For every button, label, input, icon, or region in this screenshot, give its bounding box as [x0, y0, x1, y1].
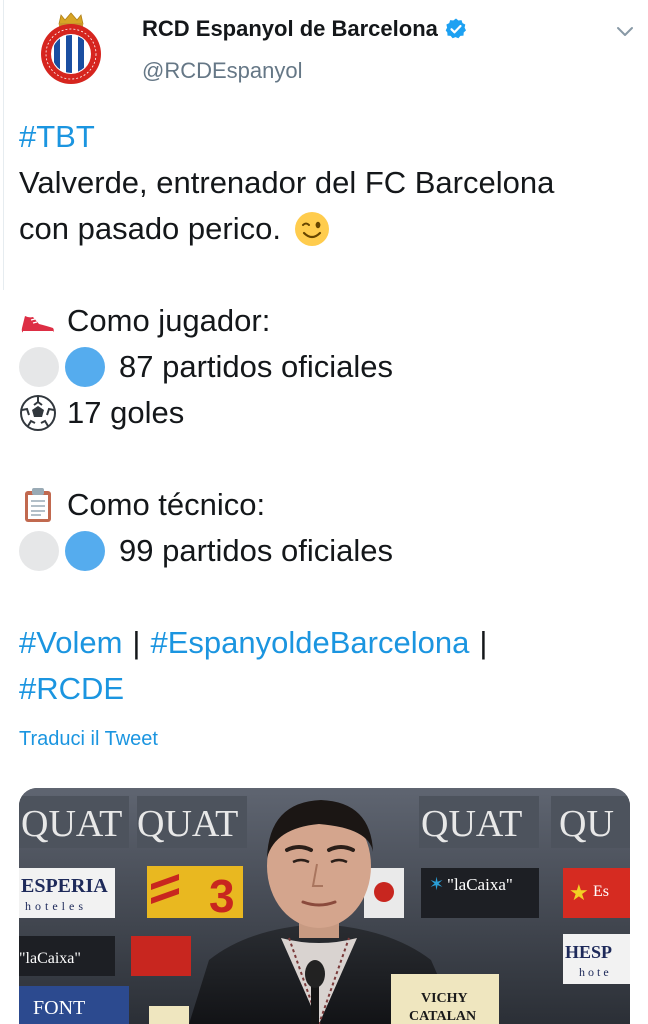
tweet-line: #Volem | #EspanyoldeBarcelona | [19, 620, 631, 666]
text-line: 87 partidos oficiales [119, 349, 393, 384]
blue-circle-icon [65, 531, 105, 571]
chevron-down-icon[interactable] [614, 20, 636, 42]
blue-circle-icon [65, 347, 105, 387]
text-line: 99 partidos oficiales [119, 533, 393, 568]
separator: | [479, 625, 488, 660]
text-line: con pasado perico. [19, 211, 281, 246]
name-row[interactable]: RCD Espanyol de Barcelona [142, 16, 468, 42]
sponsor-text: HESP [565, 942, 612, 962]
left-divider [0, 0, 4, 290]
sponsor-text: QUAT [137, 803, 238, 845]
verified-badge-icon [445, 18, 466, 39]
running-shoe-icon [21, 316, 54, 333]
tweet-line: Como jugador: [19, 298, 631, 344]
text-line: Como jugador: [67, 303, 271, 338]
sponsor-text: hoteles [25, 899, 87, 913]
svg-text:★: ★ [569, 880, 589, 905]
tweet-line: 99 partidos oficiales [19, 528, 631, 574]
sponsor-text: Es [593, 883, 609, 900]
hashtag-espanyol[interactable]: #EspanyoldeBarcelona [150, 620, 469, 666]
tweet-media[interactable]: QUAT QUAT QUAT QU ESPERIA hoteles 3 ✶ "l… [19, 788, 630, 1024]
sponsor-text: CATALAN [409, 1009, 476, 1024]
text-line: 17 goles [67, 395, 185, 430]
press-conference-image: QUAT QUAT QUAT QU ESPERIA hoteles 3 ✶ "l… [19, 788, 630, 1024]
sponsor-text: "laCaixa" [19, 950, 81, 967]
sponsor-text: ESPERIA [21, 875, 108, 897]
soccer-ball-icon [20, 395, 56, 431]
sponsor-text: FONT [33, 997, 85, 1019]
svg-text:✶: ✶ [429, 874, 444, 894]
tweet-line: Valverde, entrenador del FC Barcelona [19, 160, 631, 206]
sponsor-text: QUAT [21, 803, 122, 845]
white-circle-icon [19, 531, 59, 571]
tweet-line: #RCDE [19, 666, 631, 712]
text-line: Valverde, entrenador del FC Barcelona [19, 165, 555, 200]
tweet-line: 17 goles [19, 390, 631, 436]
hashtag-rcde[interactable]: #RCDE [19, 666, 124, 712]
sponsor-text: QU [559, 803, 614, 845]
sponsor-text: VICHY [421, 991, 468, 1006]
tweet-header: RCD Espanyol de Barcelona @RCDEspanyol [18, 0, 638, 100]
handle[interactable]: @RCDEspanyol [142, 58, 303, 84]
tweet-line: con pasado perico. [19, 206, 631, 252]
sponsor-text: QUAT [421, 803, 522, 845]
white-circle-icon [19, 347, 59, 387]
avatar[interactable] [32, 10, 110, 88]
tweet-line: Como técnico: [19, 482, 631, 528]
sponsor-text: hote [579, 965, 612, 979]
translate-tweet-link[interactable]: Traduci il Tweet [19, 728, 158, 751]
sponsor-text: "laCaixa" [447, 875, 513, 894]
clipboard-icon [25, 488, 51, 522]
winking-face-icon [294, 212, 329, 246]
svg-text:3: 3 [209, 870, 235, 922]
tweet-line: 87 partidos oficiales [19, 344, 631, 390]
tweet-line: #TBT [19, 114, 631, 160]
hashtag-volem[interactable]: #Volem [19, 620, 122, 666]
tweet-text: #TBT Valverde, entrenador del FC Barcelo… [19, 114, 631, 712]
display-name[interactable]: RCD Espanyol de Barcelona [142, 16, 438, 42]
separator: | [132, 625, 141, 660]
text-line: Como técnico: [67, 487, 266, 522]
hashtag-tbt[interactable]: #TBT [19, 114, 95, 160]
